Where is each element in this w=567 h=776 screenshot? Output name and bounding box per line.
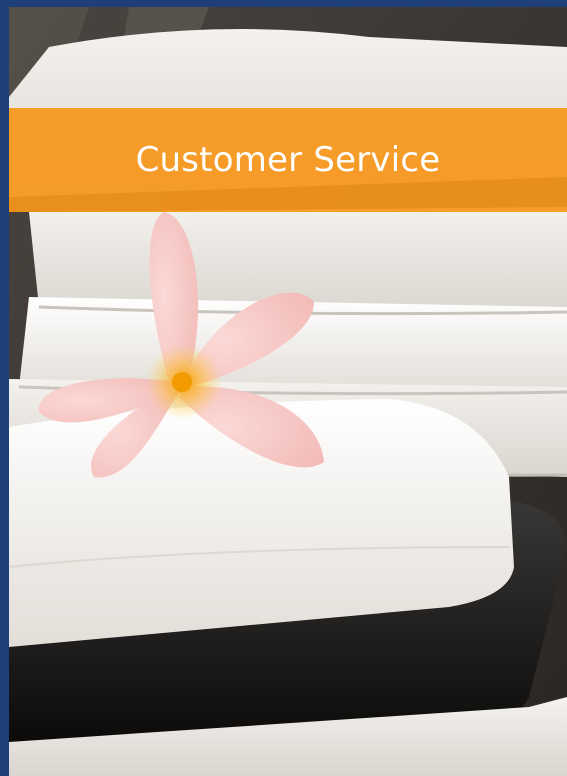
title-banner: Customer Service bbox=[9, 108, 567, 212]
page-title: Customer Service bbox=[135, 140, 441, 180]
page-frame: Customer Service bbox=[0, 0, 567, 776]
